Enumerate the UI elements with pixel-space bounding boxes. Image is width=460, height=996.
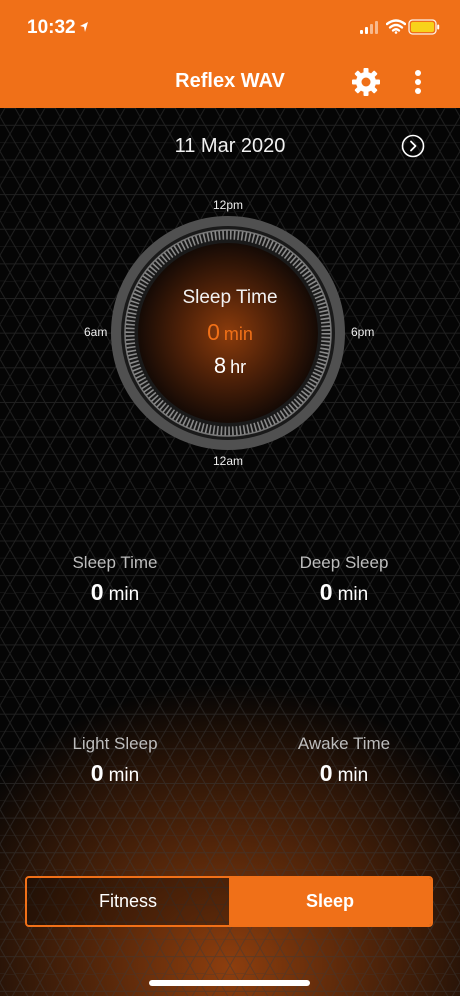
status-bar: 10:32 xyxy=(0,0,460,56)
sleep-screen: 11 Mar 2020 12pm 12am 6am 6pm Sleep Time… xyxy=(0,108,460,996)
clock-label-12pm: 12pm xyxy=(212,198,244,212)
stat-unit: min xyxy=(337,765,369,786)
stat-label: Awake Time xyxy=(297,734,391,753)
signal-icon xyxy=(360,21,378,34)
dial-minutes-value: 0 xyxy=(207,319,220,345)
mode-segmented-control: Fitness Sleep xyxy=(25,876,433,927)
stat-unit: min xyxy=(108,584,140,605)
stat-label: Light Sleep xyxy=(72,734,158,753)
tab-fitness[interactable]: Fitness xyxy=(27,878,229,925)
stat-value: 0 min xyxy=(15,579,215,606)
location-arrow-icon xyxy=(80,22,88,32)
stat-number: 0 xyxy=(90,760,104,786)
page-title: Reflex WAV xyxy=(175,70,285,92)
stat-light-sleep: Light Sleep 0 min xyxy=(15,734,215,787)
clock-label-12am: 12am xyxy=(212,454,244,468)
dial-hours-unit: hr xyxy=(230,357,247,377)
dial-minutes-unit: min xyxy=(223,324,253,344)
more-vertical-icon[interactable] xyxy=(408,68,428,98)
stat-deep-sleep: Deep Sleep 0 min xyxy=(244,553,444,606)
stat-number: 0 xyxy=(319,579,333,605)
status-time: 10:32 xyxy=(27,17,76,38)
tab-sleep[interactable]: Sleep xyxy=(229,878,431,925)
dial-hours-value: 8 xyxy=(213,353,227,378)
sleep-dial xyxy=(111,216,345,450)
stat-value: 0 min xyxy=(244,579,444,606)
dial-hours: 8 hr xyxy=(0,353,460,379)
stat-unit: min xyxy=(337,584,369,605)
stat-sleep-time: Sleep Time 0 min xyxy=(15,553,215,606)
stat-number: 0 xyxy=(319,760,333,786)
stat-number: 0 xyxy=(90,579,104,605)
stat-label: Sleep Time xyxy=(72,553,158,572)
stat-value: 0 min xyxy=(15,760,215,787)
dial-minutes: 0 min xyxy=(0,319,460,346)
stat-value: 0 min xyxy=(244,760,444,787)
stat-unit: min xyxy=(108,765,140,786)
stat-label: Deep Sleep xyxy=(299,553,389,572)
home-indicator[interactable] xyxy=(149,980,310,986)
dial-title: Sleep Time xyxy=(182,287,278,308)
battery-icon xyxy=(408,19,440,35)
stat-awake-time: Awake Time 0 min xyxy=(244,734,444,787)
app-header: 10:32 Reflex WAV xyxy=(0,0,460,108)
wifi-icon xyxy=(386,19,406,34)
gear-icon[interactable] xyxy=(351,67,381,97)
